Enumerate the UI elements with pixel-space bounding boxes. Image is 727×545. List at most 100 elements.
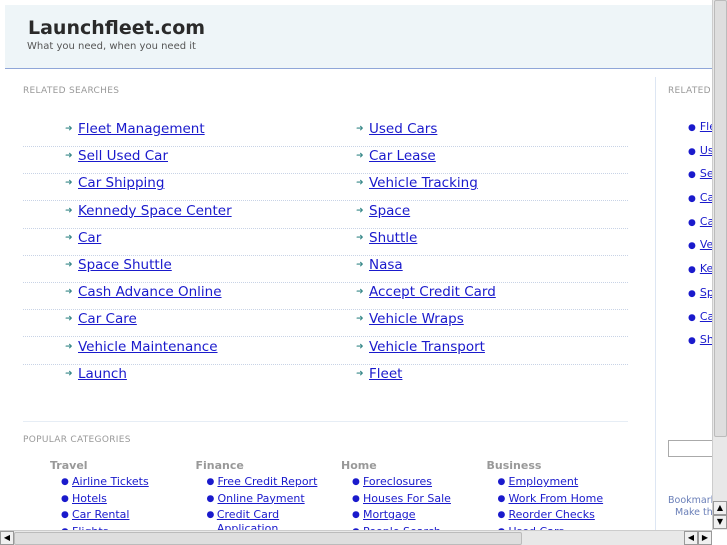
horizontal-scrollbar[interactable]: ◀ ◀ ▶ (0, 530, 712, 545)
bullet-icon: ● (688, 241, 696, 252)
column-divider (655, 77, 656, 530)
related-link[interactable]: Space (369, 203, 410, 219)
sidebar-link[interactable]: Space (700, 286, 712, 299)
related-link[interactable]: Vehicle Tracking (369, 175, 478, 191)
bullet-icon: ● (688, 336, 696, 347)
sidebar-link[interactable]: Kennedy Space Center (700, 262, 712, 275)
category-item: ● Online Payment (207, 492, 337, 509)
category-link[interactable]: Online Payment (218, 492, 305, 506)
sidebar-item: ● Space (688, 286, 712, 310)
sidebar-related-list: ● Fleet Management ● Used Cars ● Sell Used Ca… (688, 120, 712, 357)
bullet-icon: ● (688, 265, 696, 276)
page-viewport: Launchfleet.com What you need, when you … (0, 0, 712, 530)
category-link[interactable]: Employment (509, 475, 579, 489)
category-link[interactable]: Mortgage (363, 508, 416, 522)
related-item: ➜ Space (356, 203, 410, 219)
scroll-down-button[interactable]: ▼ (713, 515, 727, 529)
bullet-icon: ● (61, 477, 69, 487)
related-row: ➜ Kennedy Space Center ➜ Space (23, 202, 628, 229)
related-item: ➜ Kennedy Space Center (65, 203, 232, 219)
related-row: ➜ Sell Used Car ➜ Car Lease (23, 147, 628, 175)
vertical-scrollbar[interactable]: ▲ ▼ (712, 0, 727, 530)
category-item: ● Free Credit Report (207, 475, 337, 492)
sidebar-link[interactable]: Shuttle (700, 333, 712, 346)
related-link[interactable]: Fleet Management (78, 121, 205, 137)
related-row: ➜ Launch ➜ Fleet (23, 365, 628, 392)
category-link[interactable]: Houses For Sale (363, 492, 451, 506)
category-title: Home (341, 459, 377, 472)
sidebar-link[interactable]: Car Shipping (700, 215, 712, 228)
sidebar-link[interactable]: Fleet Management (700, 120, 712, 133)
arrow-icon: ➜ (65, 314, 73, 325)
arrow-icon: ➜ (65, 151, 73, 162)
scroll-right-button[interactable]: ▶ (698, 531, 712, 545)
category-column: Travel ● Airline Tickets ● Hotels ● Car Rental… (50, 459, 191, 530)
bullet-icon: ● (61, 493, 69, 504)
sidebar-link[interactable]: Vehicle Tracking (700, 238, 712, 251)
arrow-icon: ➜ (65, 368, 73, 379)
category-item: ● Car Rental (61, 508, 191, 525)
scroll-left-button-end[interactable]: ◀ (684, 531, 698, 545)
vertical-scroll-thumb[interactable] (714, 0, 727, 437)
related-link[interactable]: Cash Advance Online (78, 284, 222, 300)
related-link[interactable]: Vehicle Wraps (369, 311, 464, 327)
related-link[interactable]: Fleet (369, 366, 402, 382)
bullet-icon: ● (206, 493, 215, 504)
related-link[interactable]: Nasa (369, 257, 403, 273)
sidebar-link[interactable]: Car (700, 310, 712, 323)
related-link[interactable]: Car Lease (369, 148, 436, 164)
related-link[interactable]: Space Shuttle (78, 257, 172, 273)
sidebar-item: ● Car Lease (688, 191, 712, 215)
arrow-icon: ➜ (356, 341, 364, 352)
related-link[interactable]: Vehicle Transport (369, 339, 485, 355)
related-item: ➜ Cash Advance Online (65, 284, 222, 300)
category-link[interactable]: Credit Card Application (217, 508, 337, 530)
bullet-icon: ● (206, 477, 215, 487)
category-link[interactable]: Car Rental (72, 508, 129, 522)
sidebar-link[interactable]: Used Cars (700, 144, 712, 157)
arrow-icon: ➜ (65, 287, 73, 298)
related-link[interactable]: Shuttle (369, 230, 417, 246)
arrow-icon: ➜ (356, 287, 364, 298)
related-item: ➜ Shuttle (356, 230, 417, 246)
bullet-icon: ● (688, 217, 696, 228)
bookmark-link[interactable]: Bookmark this page (668, 495, 712, 506)
related-item: ➜ Car Care (65, 311, 137, 327)
category-column: Finance ● Free Credit Report ● Online Paymen… (196, 459, 337, 530)
category-item: ● Credit Card Application (207, 508, 337, 530)
site-header: Launchfleet.com What you need, when you … (5, 5, 712, 69)
related-link[interactable]: Car (78, 230, 101, 246)
related-link[interactable]: Accept Credit Card (369, 284, 496, 300)
related-link[interactable]: Kennedy Space Center (78, 203, 232, 219)
bullet-icon: ● (61, 510, 69, 520)
category-item: ● Houses For Sale (352, 492, 482, 509)
related-link[interactable]: Car Shipping (78, 175, 164, 191)
related-link[interactable]: Vehicle Maintenance (78, 339, 218, 355)
category-link[interactable]: Free Credit Report (218, 475, 318, 489)
category-link[interactable]: Work From Home (509, 492, 604, 506)
arrow-icon: ➜ (356, 368, 364, 379)
category-link[interactable]: Hotels (72, 492, 107, 506)
sidebar-link[interactable]: Car Lease (700, 191, 712, 204)
category-column: Business ● Employment ● Work From Home ● Reord… (487, 459, 628, 530)
category-link[interactable]: Reorder Checks (509, 508, 595, 522)
sidebar-link[interactable]: Sell Used Car (700, 167, 712, 180)
scroll-left-button[interactable]: ◀ (0, 531, 14, 545)
bullet-icon: ● (497, 510, 506, 520)
category-link[interactable]: Airline Tickets (72, 475, 149, 489)
category-link[interactable]: Foreclosures (363, 475, 432, 489)
horizontal-scroll-thumb[interactable] (14, 532, 522, 545)
arrow-icon: ➜ (65, 178, 73, 189)
related-row: ➜ Car ➜ Shuttle (23, 229, 628, 256)
related-link[interactable]: Car Care (78, 311, 137, 327)
sidebar-search-input[interactable] (668, 440, 712, 457)
make-homepage-link[interactable]: Make this your homepage (675, 507, 712, 518)
related-item: ➜ Used Cars (356, 121, 437, 137)
related-link[interactable]: Launch (78, 366, 127, 382)
related-row: ➜ Car Care ➜ Vehicle Wraps (23, 310, 628, 338)
related-link[interactable]: Used Cars (369, 121, 437, 137)
bullet-icon: ● (688, 123, 696, 133)
sidebar-item: ● Fleet Management (688, 120, 712, 144)
related-link[interactable]: Sell Used Car (78, 148, 168, 164)
scroll-up-button[interactable]: ▲ (713, 501, 727, 515)
